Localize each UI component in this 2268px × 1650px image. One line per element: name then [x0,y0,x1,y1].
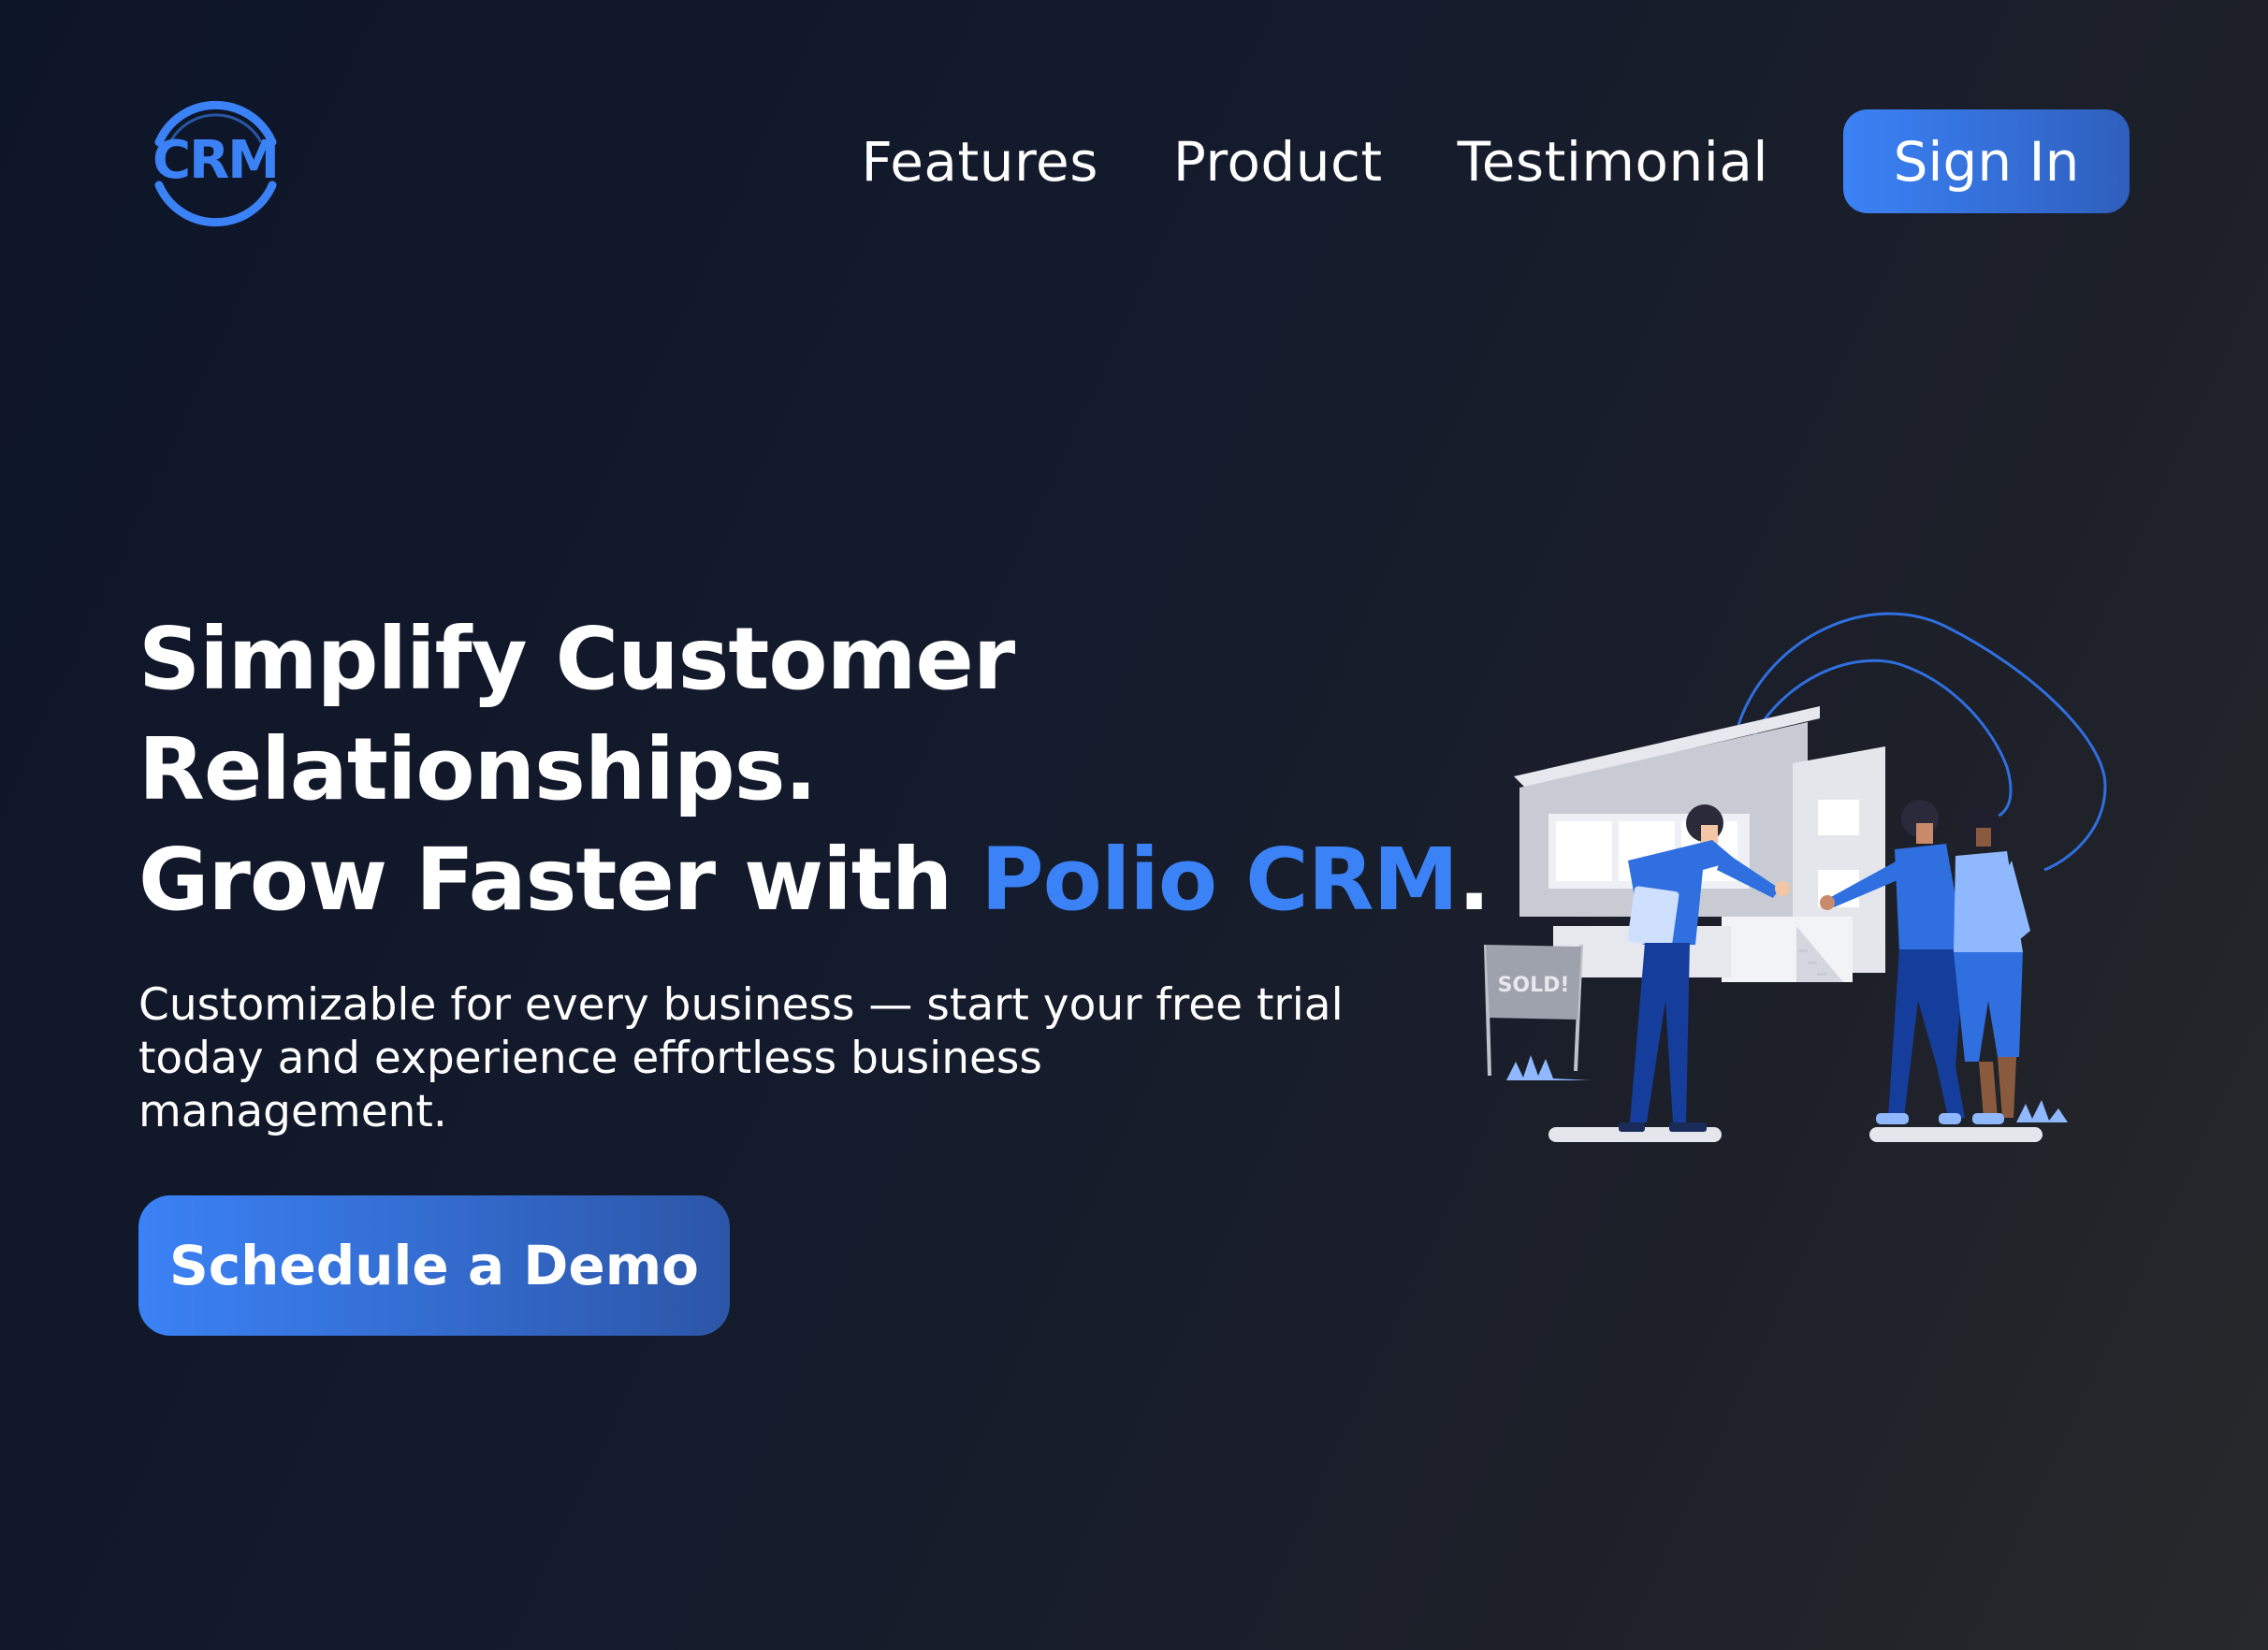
nav-product-link[interactable]: Product [1173,130,1383,194]
real-estate-handshake-illustration: SOLD! [1460,580,2115,1151]
hero-title-line-3-prefix: Grow Faster with [138,830,981,930]
nav-features-link[interactable]: Features [862,130,1098,194]
hero-subtitle: Customizable for every business — start … [138,979,1344,1137]
sold-sign-text: SOLD! [1498,974,1570,997]
hero-title: Simplify Customer Relationships. Grow Fa… [138,604,1490,935]
nav-testimonial-link[interactable]: Testimonial [1458,130,1768,194]
main-nav: Features Product Testimonial Sign In [862,109,2130,213]
hero-title-line-2: Relationships. [138,719,817,819]
hero-title-line-1: Simplify Customer [138,609,1015,709]
crm-logo-icon[interactable]: CRM [138,88,293,238]
sign-in-button[interactable]: Sign In [1843,109,2130,213]
crm-logo-graphic: CRM [153,100,280,227]
logo-text: CRM [153,130,278,191]
schedule-demo-button[interactable]: Schedule a Demo [138,1195,730,1336]
brand-name: Polio CRM [981,830,1459,930]
illustration-graphic: SOLD! [1484,612,2107,1142]
